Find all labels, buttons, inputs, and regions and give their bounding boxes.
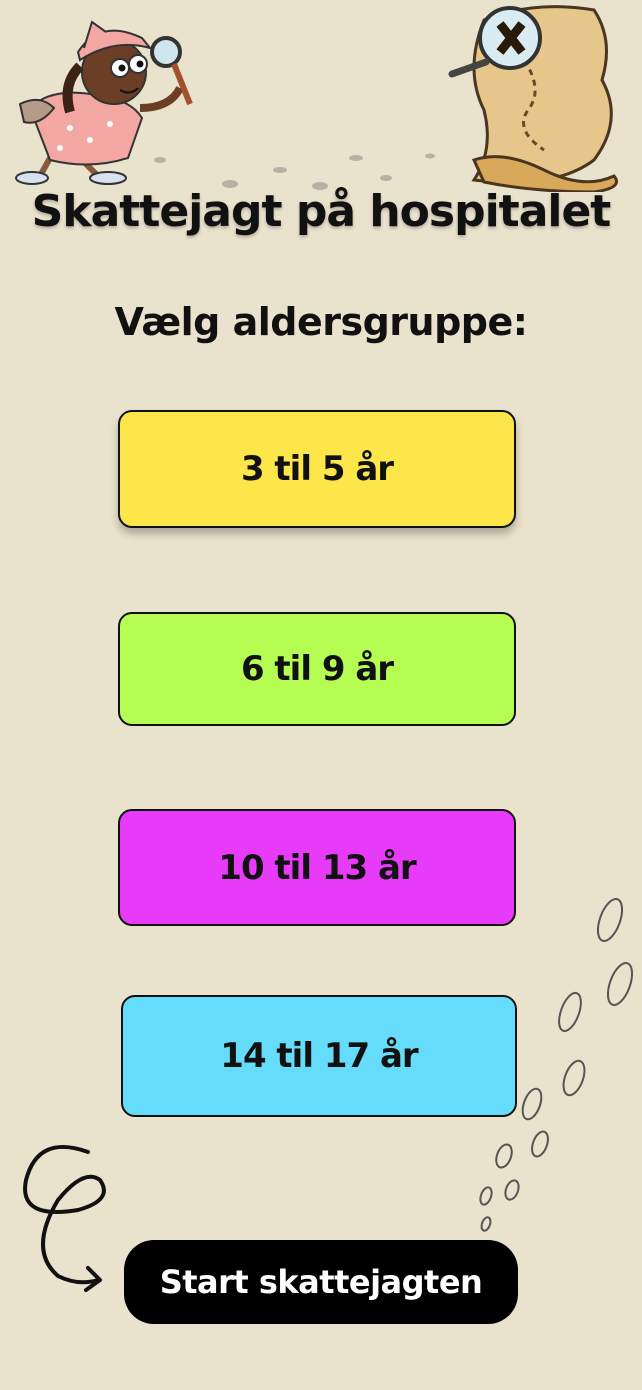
age-button-6-9[interactable]: 6 til 9 år bbox=[118, 612, 516, 726]
age-button-3-5[interactable]: 3 til 5 år bbox=[118, 410, 516, 528]
age-button-14-17[interactable]: 14 til 17 år bbox=[121, 995, 517, 1117]
age-button-label: 14 til 17 år bbox=[220, 1036, 418, 1076]
start-button[interactable]: Start skattejagten bbox=[124, 1240, 518, 1324]
age-button-label: 10 til 13 år bbox=[218, 847, 416, 888]
page-title: Skattejagt på hospitalet bbox=[31, 186, 612, 237]
treasure-map-illustration bbox=[448, 5, 618, 192]
age-button-10-13[interactable]: 10 til 13 år bbox=[118, 809, 516, 926]
age-button-label: 3 til 5 år bbox=[240, 449, 394, 489]
swirl-arrow-icon bbox=[23, 1144, 106, 1292]
age-button-label: 6 til 9 år bbox=[240, 649, 394, 689]
start-button-label: Start skattejagten bbox=[159, 1263, 483, 1301]
age-group-prompt: Vælg aldersgruppe: bbox=[114, 300, 528, 344]
